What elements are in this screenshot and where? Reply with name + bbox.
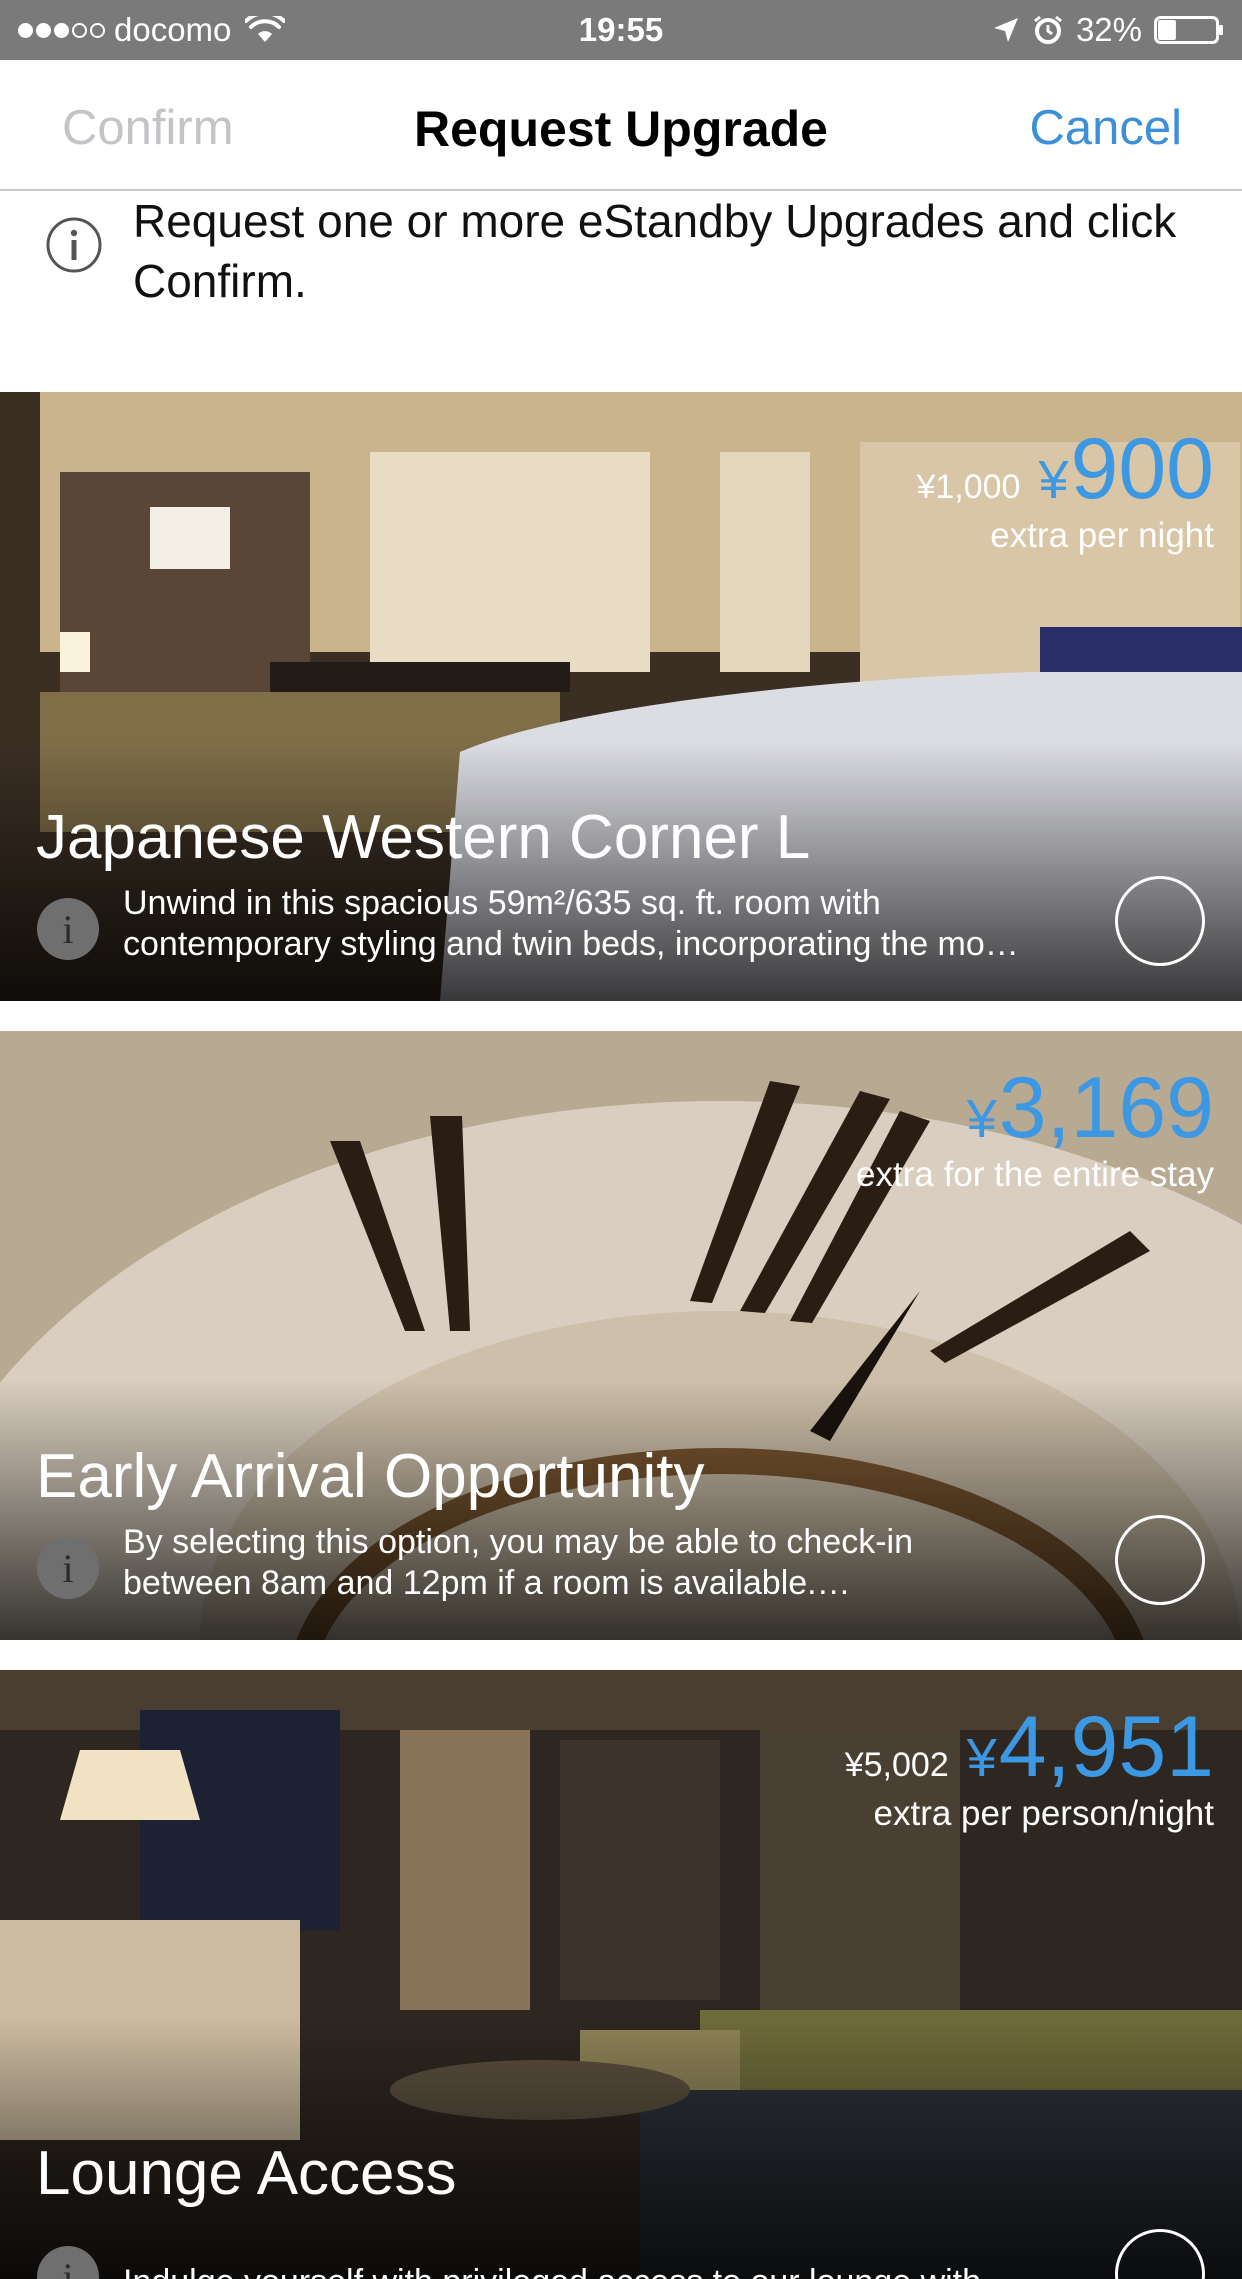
description-line: By selecting this option, you may be abl…: [123, 1523, 913, 1561]
currency-symbol: ¥: [966, 1089, 997, 1149]
svg-text:i: i: [62, 907, 73, 952]
upgrade-title: Early Arrival Opportunity: [36, 1442, 705, 1511]
svg-text:i: i: [62, 1546, 73, 1591]
upgrade-description: By selecting this option, you may be abl…: [123, 1522, 1103, 1604]
currency-symbol: ¥: [966, 1728, 997, 1788]
description-line: between 8am and 12pm if a room is availa…: [123, 1564, 851, 1602]
instruction-notice: Request one or more eStandby Upgrades an…: [0, 191, 1242, 392]
price-box: ¥1,000 ¥ 900 extra per night: [916, 424, 1214, 556]
original-price: ¥5,002: [844, 1746, 949, 1784]
info-icon: [46, 217, 102, 273]
upgrade-price: 900: [1070, 421, 1215, 517]
price-row: ¥5,002 ¥ 4,951: [845, 1702, 1214, 1792]
location-arrow-icon: [993, 18, 1018, 42]
status-bar-right: 32%: [992, 11, 1224, 49]
upgrade-price: 4,951: [998, 1699, 1214, 1795]
price-unit: extra per night: [990, 516, 1214, 555]
description-line: Unwind in this spacious 59m²/635 sq. ft.…: [123, 884, 881, 922]
description-line: contemporary styling and twin beds, inco…: [123, 925, 1019, 963]
cancel-button[interactable]: Cancel: [1029, 100, 1182, 156]
upgrade-title: Lounge Access: [36, 2139, 457, 2208]
description-line: Indulge yourself with privileged access …: [123, 2262, 1103, 2279]
upgrade-description: Indulge yourself with privileged access …: [123, 2262, 1103, 2279]
instruction-text: Request one or more eStandby Upgrades an…: [133, 195, 1177, 307]
upgrade-description: Unwind in this spacious 59m²/635 sq. ft.…: [123, 883, 1103, 965]
upgrade-title: Japanese Western Corner L: [36, 803, 811, 872]
upgrade-card[interactable]: ¥ 3,169 extra for the entire stay Early …: [0, 1031, 1242, 1640]
battery-percent: 32%: [1075, 11, 1142, 48]
price-unit: extra for the entire stay: [856, 1155, 1214, 1194]
price-row: ¥1,000 ¥ 900: [916, 424, 1214, 514]
upgrade-card[interactable]: ¥1,000 ¥ 900 extra per night Japanese We…: [0, 392, 1242, 1001]
svg-text:i: i: [62, 2255, 73, 2279]
upgrade-card[interactable]: ¥5,002 ¥ 4,951 extra per person/night Lo…: [0, 1670, 1242, 2279]
upgrade-price: 3,169: [998, 1060, 1214, 1156]
info-icon[interactable]: i: [36, 1536, 100, 1600]
select-toggle[interactable]: [1115, 876, 1205, 966]
nav-bar: Confirm Request Upgrade Cancel: [0, 60, 1242, 191]
info-icon[interactable]: i: [36, 897, 100, 961]
price-unit: extra per person/night: [873, 1794, 1214, 1833]
original-price: ¥1,000: [916, 468, 1021, 506]
alarm-clock-icon: [1034, 15, 1062, 44]
status-bar: docomo 19:55 32%: [0, 0, 1242, 60]
battery-icon: [1154, 16, 1223, 44]
select-toggle[interactable]: [1115, 1515, 1205, 1605]
currency-symbol: ¥: [1038, 450, 1069, 510]
price-box: ¥5,002 ¥ 4,951 extra per person/night: [845, 1702, 1214, 1834]
price-row: ¥ 3,169: [856, 1063, 1214, 1153]
price-box: ¥ 3,169 extra for the entire stay: [856, 1063, 1214, 1195]
info-icon[interactable]: i: [36, 2245, 100, 2279]
